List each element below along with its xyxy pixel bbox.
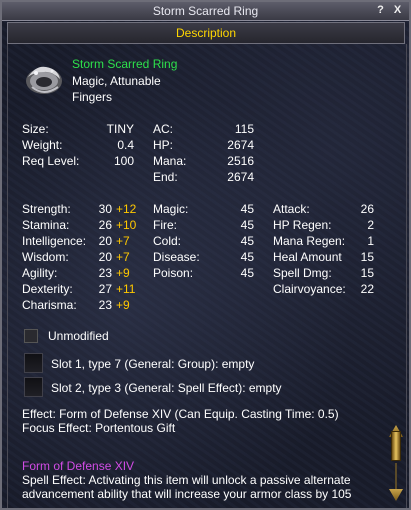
title-bar[interactable]: Storm Scarred Ring ? X	[2, 2, 409, 21]
stat-label: Agility:	[22, 266, 58, 280]
resist-label: Poison:	[153, 266, 194, 280]
spell-name: Form of Defense XIV	[22, 459, 135, 473]
resist-label: Fire:	[153, 218, 177, 232]
unmodified-checkbox[interactable]	[24, 329, 38, 343]
end-value: 2674	[227, 170, 254, 184]
scroll-track[interactable]	[395, 463, 397, 489]
unmodified-label: Unmodified	[48, 329, 109, 343]
stat-bonus: +9	[116, 298, 130, 312]
size-value: TINY	[106, 122, 134, 136]
stat-label: Intelligence:	[22, 234, 87, 248]
scroll-thumb[interactable]	[391, 431, 401, 461]
mana-label: Mana:	[153, 154, 187, 168]
stat-label: Wisdom:	[22, 250, 69, 264]
size-label: Size:	[22, 122, 49, 136]
stat-label: Dexterity:	[22, 282, 73, 296]
stat-label: Stamina:	[22, 218, 70, 232]
scrollbar[interactable]	[389, 425, 403, 503]
item-name: Storm Scarred Ring	[72, 57, 178, 71]
resist-value: 45	[240, 234, 254, 248]
focus-effect-text: Focus Effect: Portentous Gift	[22, 421, 176, 435]
mod-label: Spell Dmg:	[273, 266, 332, 280]
mana-value: 2516	[227, 154, 254, 168]
hp-label: HP:	[153, 138, 174, 152]
help-button[interactable]: ?	[374, 4, 387, 17]
aug-slot-2[interactable]	[24, 377, 43, 397]
stat-bonus: +9	[116, 266, 130, 280]
description-header: Description	[7, 22, 405, 44]
weight-label: Weight:	[22, 138, 63, 152]
stat-value: 26	[98, 218, 112, 232]
stat-bonus: +10	[116, 218, 137, 232]
resist-label: Magic:	[153, 202, 189, 216]
resist-label: Cold:	[153, 234, 182, 248]
aug-slot-2-label: Slot 2, type 3 (General: Spell Effect): …	[51, 381, 282, 395]
stat-value: 20	[98, 250, 112, 264]
item-window: Storm Scarred Ring ? X Description Storm…	[0, 0, 411, 510]
mod-label: Attack:	[273, 202, 310, 216]
resist-value: 45	[240, 266, 254, 280]
mod-value: 15	[360, 250, 374, 264]
mod-label: Clairvoyance:	[273, 282, 346, 296]
resist-label: Disease:	[153, 250, 200, 264]
mod-label: HP Regen:	[273, 218, 332, 232]
close-button[interactable]: X	[391, 4, 404, 17]
stat-value: 23	[98, 298, 112, 312]
hp-value: 2674	[227, 138, 254, 152]
mod-label: Mana Regen:	[273, 234, 346, 248]
stat-value: 23	[98, 266, 112, 280]
window-title: Storm Scarred Ring	[152, 4, 259, 18]
stat-label: Charisma:	[22, 298, 77, 312]
mod-value: 2	[367, 218, 374, 232]
req-level-label: Req Level:	[22, 154, 80, 168]
stat-value: 27	[98, 282, 112, 296]
mod-label: Heal Amount	[273, 250, 342, 264]
stat-bonus: +12	[116, 202, 137, 216]
scroll-down-icon[interactable]	[389, 489, 403, 501]
spell-description-line: Spell Effect: Activating this item will …	[22, 473, 351, 487]
stat-bonus: +11	[116, 282, 136, 296]
mod-value: 15	[360, 266, 374, 280]
item-flags: Magic, Attunable	[72, 74, 161, 88]
item-slots: Fingers	[72, 90, 113, 104]
ac-label: AC:	[153, 122, 174, 136]
end-label: End:	[153, 170, 178, 184]
stat-bonus: +7	[116, 250, 130, 264]
mod-value: 22	[360, 282, 374, 296]
aug-slot-1-label: Slot 1, type 7 (General: Group): empty	[51, 357, 255, 371]
req-level-value: 100	[113, 154, 134, 168]
resist-value: 45	[240, 202, 254, 216]
mod-value: 26	[360, 202, 374, 216]
aug-slot-1[interactable]	[24, 353, 43, 373]
spell-description-line: advancement ability that will increase y…	[22, 487, 352, 501]
effect-text: Effect: Form of Defense XIV (Can Equip. …	[22, 407, 339, 421]
resist-value: 45	[240, 250, 254, 264]
stat-value: 20	[98, 234, 112, 248]
stat-value: 30	[98, 202, 112, 216]
weight-value: 0.4	[117, 138, 134, 152]
ac-value: 115	[234, 122, 254, 136]
stat-bonus: +7	[116, 234, 130, 248]
mod-value: 1	[367, 234, 374, 248]
stat-label: Strength:	[22, 202, 71, 216]
ring-icon	[26, 66, 62, 94]
resist-value: 45	[240, 218, 254, 232]
